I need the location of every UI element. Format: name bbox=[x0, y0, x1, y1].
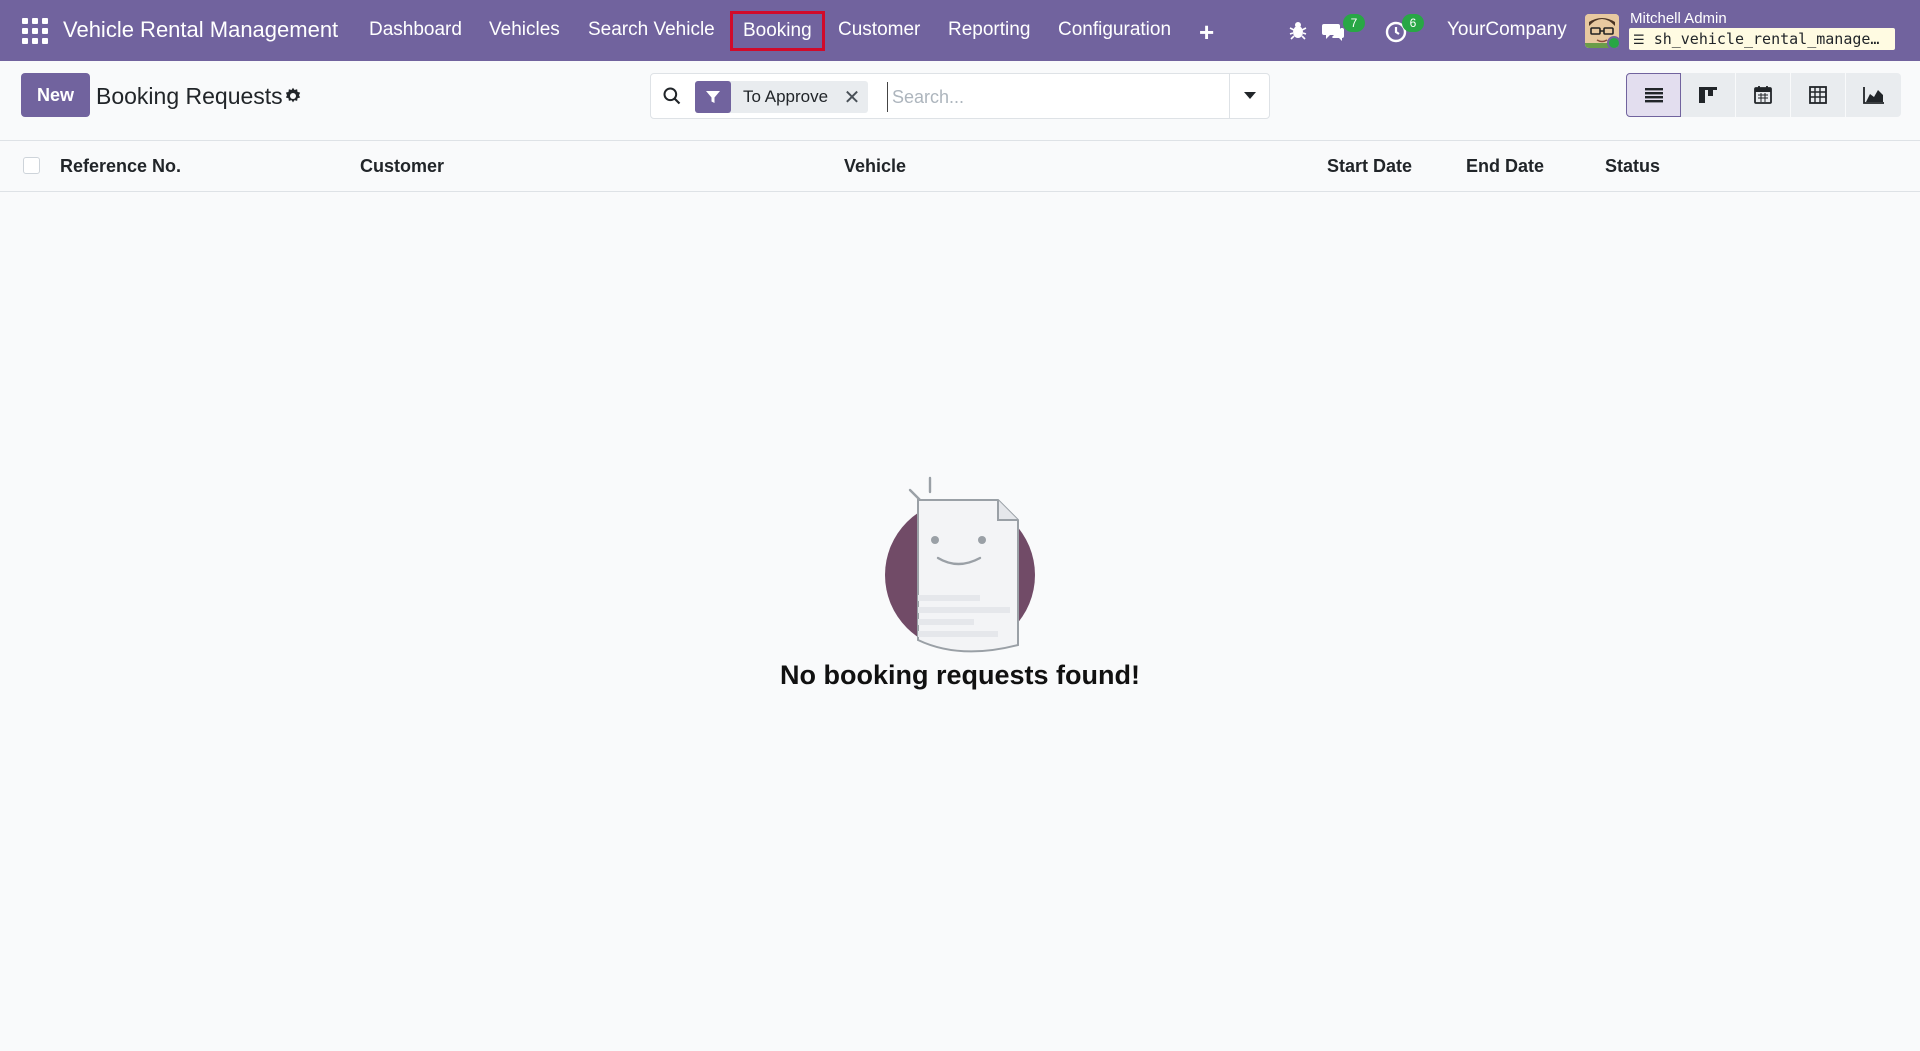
bug-icon[interactable] bbox=[1286, 18, 1310, 42]
filter-icon bbox=[695, 81, 731, 113]
column-header-start-date[interactable]: Start Date bbox=[1327, 156, 1412, 177]
activities-badge: 6 bbox=[1402, 14, 1424, 32]
empty-document-icon bbox=[885, 476, 1035, 653]
menu-item-booking[interactable]: Booking bbox=[730, 11, 825, 51]
kanban-icon bbox=[1699, 87, 1717, 103]
menu-item-search-vehicle[interactable]: Search Vehicle bbox=[588, 19, 715, 41]
kanban-view-button[interactable] bbox=[1681, 73, 1736, 117]
list-icon bbox=[1644, 88, 1663, 103]
avatar[interactable] bbox=[1585, 14, 1619, 48]
menu-item-configuration[interactable]: Configuration bbox=[1058, 19, 1171, 41]
column-header-reference[interactable]: Reference No. bbox=[60, 156, 181, 177]
facet-label: To Approve bbox=[743, 87, 829, 106]
plus-icon[interactable]: + bbox=[1199, 17, 1214, 48]
online-status-dot bbox=[1607, 36, 1619, 48]
user-name[interactable]: Mitchell Admin bbox=[1630, 10, 1727, 27]
menu-item-customer[interactable]: Customer bbox=[838, 19, 920, 41]
pivot-view-button[interactable] bbox=[1791, 73, 1846, 117]
page-title: Booking Requests bbox=[96, 83, 283, 109]
messages-badge: 7 bbox=[1343, 14, 1365, 32]
graph-view-button[interactable] bbox=[1846, 73, 1901, 117]
calendar-icon bbox=[1754, 86, 1772, 104]
company-switcher[interactable]: YourCompany bbox=[1447, 19, 1567, 41]
search-box: To Approve ✕ bbox=[650, 73, 1270, 119]
search-options-toggle[interactable] bbox=[1229, 74, 1269, 118]
column-header-status[interactable]: Status bbox=[1605, 156, 1660, 177]
facet-close-icon[interactable]: ✕ bbox=[840, 81, 864, 113]
apps-menu-icon[interactable] bbox=[22, 18, 48, 44]
list-view-button[interactable] bbox=[1626, 73, 1681, 117]
search-facet: To Approve ✕ bbox=[695, 81, 869, 113]
select-all-checkbox[interactable] bbox=[23, 157, 40, 174]
top-navbar: Vehicle Rental Management Dashboard Vehi… bbox=[0, 0, 1920, 61]
database-name: sh_vehicle_rental_manage… bbox=[1653, 30, 1880, 48]
column-header-customer[interactable]: Customer bbox=[360, 156, 444, 177]
menu-item-vehicles[interactable]: Vehicles bbox=[489, 19, 560, 41]
calendar-view-button[interactable] bbox=[1736, 73, 1791, 117]
search-input[interactable] bbox=[887, 82, 1217, 112]
menu-item-reporting[interactable]: Reporting bbox=[948, 19, 1030, 41]
gear-icon[interactable] bbox=[284, 87, 302, 105]
caret-down-icon bbox=[1243, 92, 1256, 99]
search-icon[interactable] bbox=[662, 86, 682, 106]
pivot-table-icon bbox=[1809, 86, 1827, 104]
column-header-end-date[interactable]: End Date bbox=[1466, 156, 1544, 177]
database-label: ☰ sh_vehicle_rental_manage… bbox=[1629, 28, 1895, 50]
menu-item-dashboard[interactable]: Dashboard bbox=[369, 19, 462, 41]
new-button[interactable]: New bbox=[21, 73, 90, 117]
view-switcher bbox=[1626, 73, 1901, 117]
list-table-header: Reference No. Customer Vehicle Start Dat… bbox=[0, 141, 1920, 192]
control-panel: New Booking Requests To Approve ✕ bbox=[0, 61, 1920, 141]
column-header-vehicle[interactable]: Vehicle bbox=[844, 156, 906, 177]
area-chart-icon bbox=[1862, 87, 1884, 104]
app-brand[interactable]: Vehicle Rental Management bbox=[63, 17, 338, 43]
empty-state-message: No booking requests found! bbox=[780, 660, 1140, 690]
database-icon: ☰ bbox=[1633, 33, 1645, 48]
